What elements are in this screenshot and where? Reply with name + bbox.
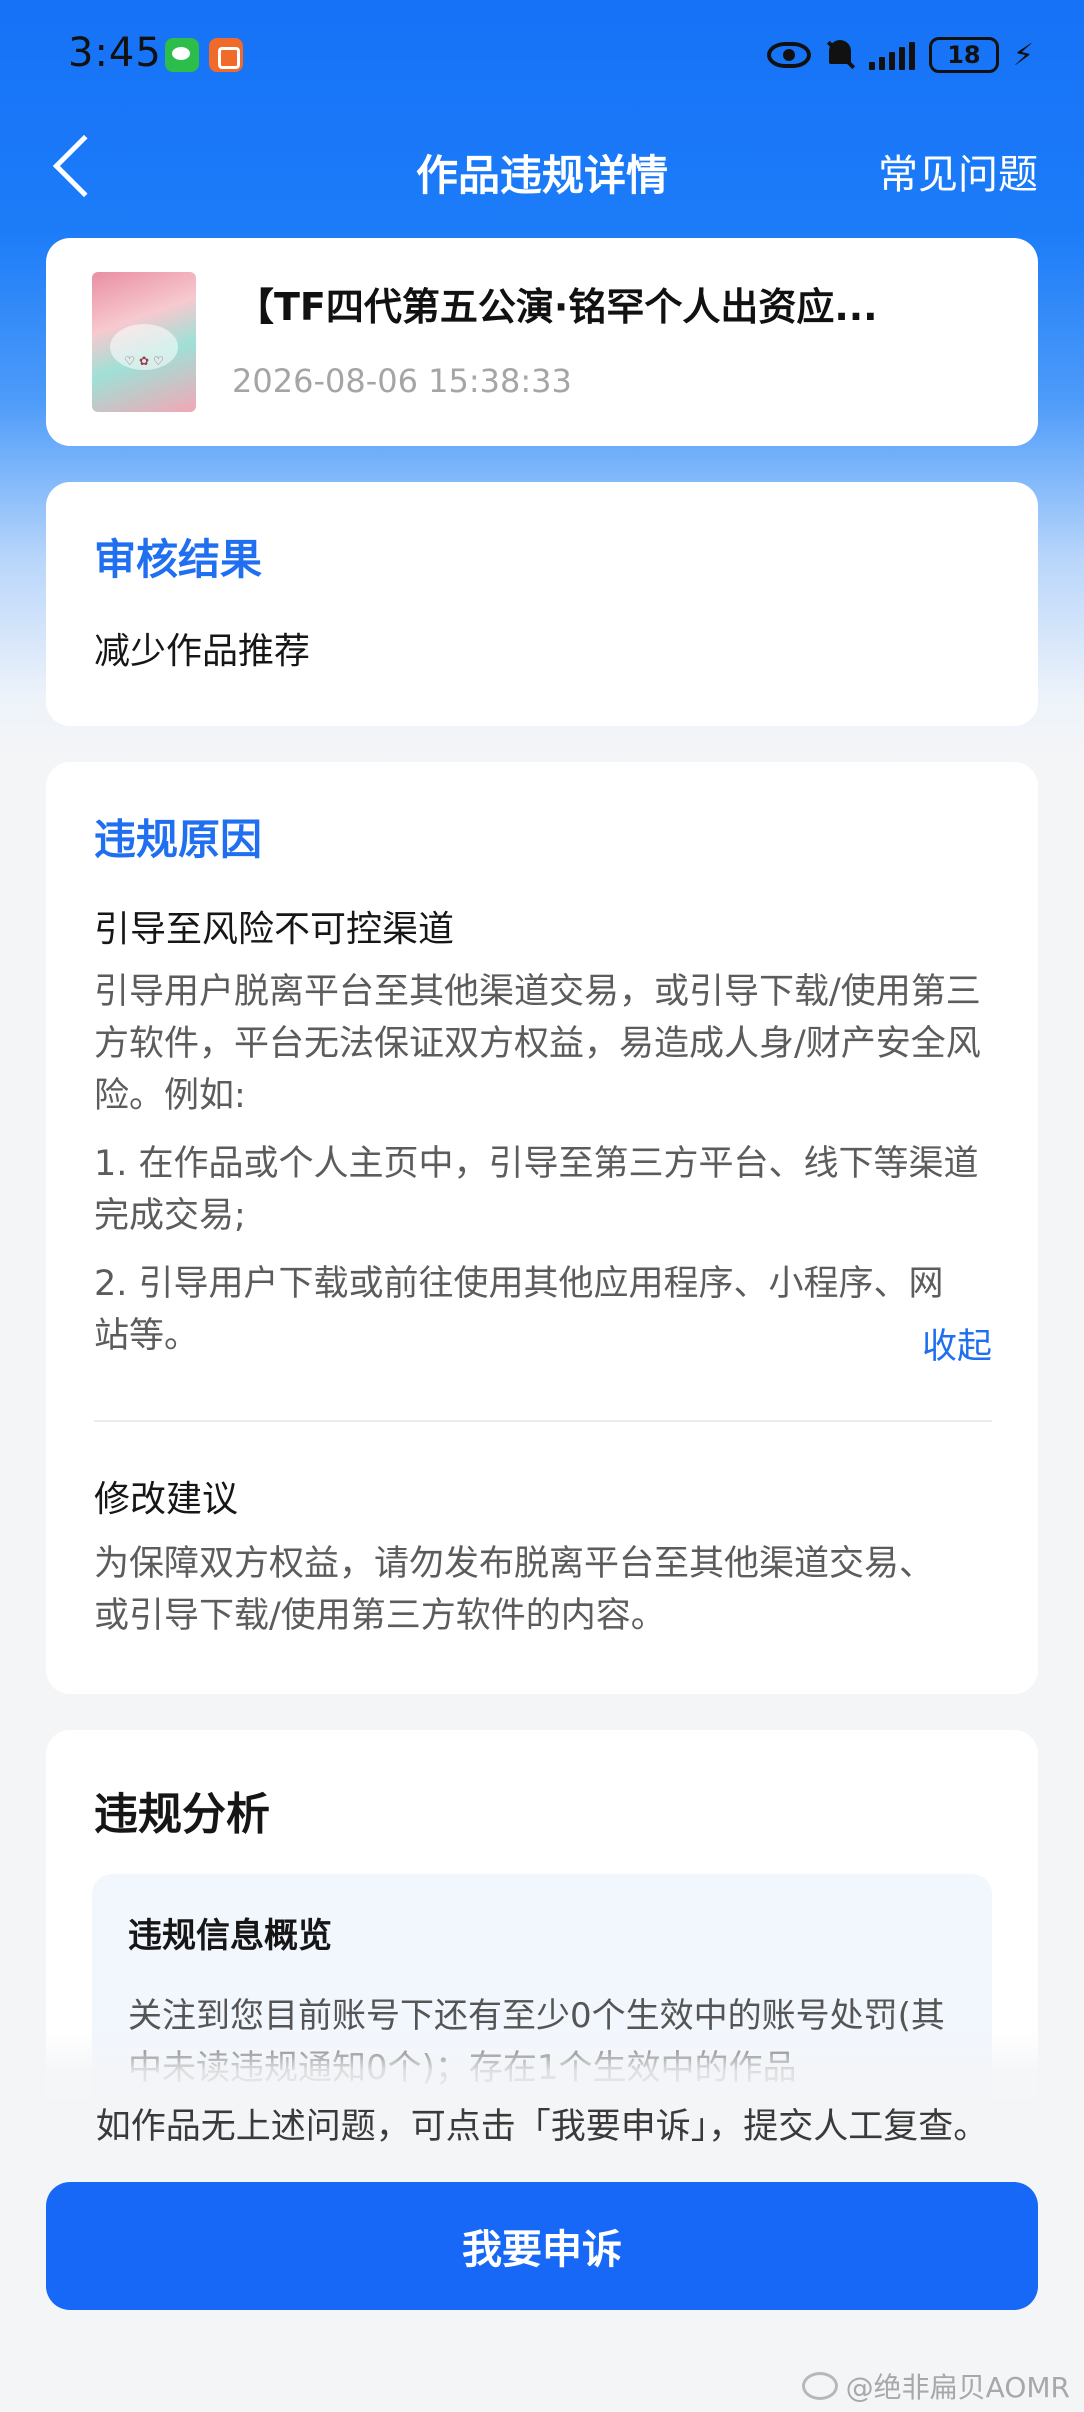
watermark-text: @绝非扁贝AOMR [845, 2371, 1070, 2404]
analysis-title: 违规分析 [94, 1789, 270, 1840]
violation-example-2: 2. 引导用户下载或前往使用其他应用程序、小程序、网站等。 [94, 1264, 944, 1356]
signal-icon [868, 40, 915, 70]
review-result-card: 审核结果 减少作品推荐 [46, 482, 1038, 726]
suggestion-text: 为保障双方权益，请勿发布脱离平台至其他渠道交易、或引导下载/使用第三方软件的内容… [94, 1544, 935, 1636]
work-thumbnail: ♡ ✿ ♡ [92, 272, 196, 412]
bell-muted-icon [825, 38, 855, 72]
appeal-hint: 如作品无上述问题，可点击「我要申诉」，提交人工复查。 [95, 2107, 989, 2147]
watermark: @绝非扁贝AOMR [801, 2366, 1070, 2406]
nav-bar: 作品违规详情 常见问题 [0, 130, 1084, 210]
violation-example-1: 1. 在作品或个人主页中，引导至第三方平台、线下等渠道完成交易; [94, 1144, 979, 1236]
faq-link[interactable]: 常见问题 [878, 142, 1038, 200]
violation-reason-card: 违规原因 引导至风险不可控渠道 引导用户脱离平台至其他渠道交易，或引导下载/使用… [46, 762, 1038, 1694]
suggestion-title: 修改建议 [94, 1479, 239, 1520]
status-bar: 3:45 18 ⚡ [0, 0, 1084, 110]
work-card[interactable]: ♡ ✿ ♡ 【TF四代第五公演·铭罕个人出资应... 2026-08-06 15… [46, 238, 1038, 446]
divider [94, 1420, 992, 1422]
weibo-icon [801, 2372, 838, 2400]
collapse-link[interactable]: 收起 [922, 1318, 992, 1369]
appeal-button[interactable]: 我要申诉 [46, 2182, 1038, 2310]
charging-icon: ⚡ [1012, 37, 1034, 73]
violation-reason-description: 引导用户脱离平台至其他渠道交易，或引导下载/使用第三方软件，平台无法保证双方权益… [94, 972, 981, 1116]
battery-icon: 18 [928, 37, 999, 73]
overview-title: 违规信息概览 [128, 1916, 332, 1956]
violation-reason-name: 引导至风险不可控渠道 [94, 909, 455, 950]
status-icons: 18 ⚡ [766, 32, 1034, 78]
eye-icon [766, 42, 811, 68]
work-timestamp: 2026-08-06 15:38:33 [232, 362, 572, 400]
wechat-icon [165, 38, 199, 72]
violation-reason-title: 违规原因 [94, 815, 263, 864]
review-result-title: 审核结果 [94, 535, 263, 584]
review-result-value: 减少作品推荐 [94, 631, 311, 672]
status-time: 3:45 [68, 30, 162, 76]
app-notification-icon [209, 38, 243, 72]
thumbnail-art: ♡ ✿ ♡ [124, 354, 164, 368]
work-title: 【TF四代第五公演·铭罕个人出资应... [236, 285, 878, 329]
